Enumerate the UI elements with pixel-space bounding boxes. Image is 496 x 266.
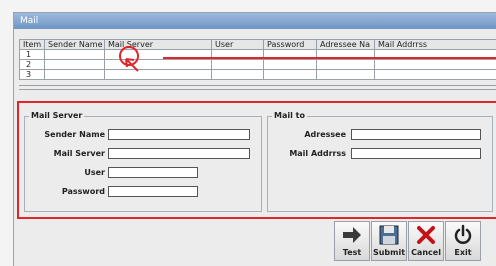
table-cell[interactable] bbox=[212, 70, 264, 80]
table-row[interactable]: 3 bbox=[20, 70, 496, 80]
table-cell[interactable] bbox=[264, 70, 317, 80]
sender-name-label: Sender Name bbox=[25, 130, 105, 139]
grid-header-row: Item Sender Name Mail Server User Passwo… bbox=[20, 40, 496, 50]
table-cell[interactable]: 3 bbox=[20, 70, 45, 80]
table-cell[interactable]: 1 bbox=[20, 50, 45, 60]
col-adressee-name[interactable]: Adressee Na bbox=[317, 40, 375, 50]
col-mail-server[interactable]: Mail Server bbox=[105, 40, 212, 50]
password-field[interactable] bbox=[108, 186, 198, 197]
table-cell[interactable] bbox=[375, 70, 496, 80]
window-title: Mail bbox=[14, 13, 496, 29]
table-cell[interactable] bbox=[45, 60, 105, 70]
table-row[interactable]: 2 bbox=[20, 60, 496, 70]
cancel-button-label: Cancel bbox=[409, 248, 443, 258]
table-cell[interactable] bbox=[317, 60, 375, 70]
cursor-arrow-icon bbox=[124, 57, 144, 77]
col-password[interactable]: Password bbox=[264, 40, 317, 50]
annotation-line bbox=[163, 57, 496, 59]
mail-server-group: Mail Server Sender Name Mail Server User… bbox=[24, 116, 262, 212]
cancel-button[interactable]: Cancel bbox=[408, 221, 444, 261]
adressee-label: Adressee bbox=[268, 130, 346, 139]
table-cell[interactable]: 2 bbox=[20, 60, 45, 70]
mail-server-label: Mail Server bbox=[25, 149, 105, 158]
power-icon bbox=[446, 224, 480, 248]
user-field[interactable] bbox=[108, 167, 198, 178]
arrow-right-icon bbox=[335, 224, 369, 248]
mail-grid[interactable]: Item Sender Name Mail Server User Passwo… bbox=[19, 39, 496, 80]
exit-button[interactable]: Exit bbox=[445, 221, 481, 261]
submit-button-label: Submit bbox=[372, 248, 406, 258]
mail-window: Mail Item Sender Name Mail Server User P… bbox=[13, 12, 496, 266]
mail-to-group: Mail to Adressee Mail Addrrss bbox=[267, 116, 493, 212]
col-mail-address[interactable]: Mail Addrrss bbox=[375, 40, 496, 50]
exit-button-label: Exit bbox=[446, 248, 480, 258]
table-cell[interactable] bbox=[105, 70, 212, 80]
divider bbox=[19, 85, 496, 86]
table-cell[interactable] bbox=[45, 50, 105, 60]
divider bbox=[19, 89, 496, 90]
x-icon bbox=[409, 224, 443, 248]
table-cell[interactable] bbox=[375, 60, 496, 70]
col-sender-name[interactable]: Sender Name bbox=[45, 40, 105, 50]
col-item[interactable]: Item bbox=[20, 40, 45, 50]
mail-address-label: Mail Addrrss bbox=[268, 149, 346, 158]
mail-server-field[interactable] bbox=[108, 148, 250, 159]
submit-button[interactable]: Submit bbox=[371, 221, 407, 261]
mail-to-group-title: Mail to bbox=[272, 111, 307, 120]
col-user[interactable]: User bbox=[212, 40, 264, 50]
user-label: User bbox=[25, 168, 105, 177]
table-cell[interactable] bbox=[212, 60, 264, 70]
table-cell[interactable] bbox=[45, 70, 105, 80]
password-label: Password bbox=[25, 187, 105, 196]
test-button-label: Test bbox=[335, 248, 369, 258]
mail-address-field[interactable] bbox=[351, 148, 481, 159]
sender-name-field[interactable] bbox=[108, 129, 250, 140]
table-cell[interactable] bbox=[264, 60, 317, 70]
adressee-field[interactable] bbox=[351, 129, 481, 140]
floppy-disk-icon bbox=[372, 224, 406, 248]
test-button[interactable]: Test bbox=[334, 221, 370, 261]
mail-server-group-title: Mail Server bbox=[29, 111, 84, 120]
table-cell[interactable] bbox=[317, 70, 375, 80]
